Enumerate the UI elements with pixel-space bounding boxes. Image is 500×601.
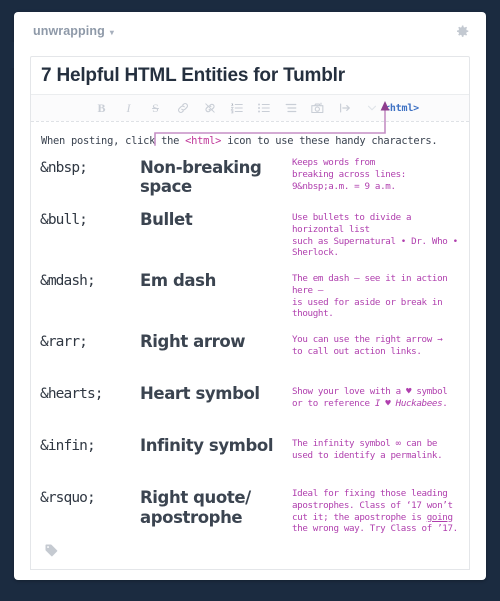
list-item: &mdash; Em dash The em dash — see it in … [31,267,469,320]
entity-name: Right quote/ apostrophe [140,488,251,527]
more-options-icon[interactable] [358,96,385,120]
link-icon[interactable] [169,96,196,120]
entity-name: Em dash [140,271,216,291]
list-item: &rarr; Right arrow You can use the right… [31,328,469,372]
entity-description-line-2-italic: I ♥ Huckabees [374,397,443,409]
tumblr-post-editor-screenshot: unwrapping ▾ 7 Helpful HTML Entities for… [0,0,500,601]
entity-name: Heart symbol [140,384,260,404]
post-footer [30,536,470,570]
entity-description-line-4: the wrong way. Try Class of ’17. [292,523,458,535]
editor-toolbar: B I S <html> [31,95,469,121]
bold-icon[interactable]: B [88,96,115,120]
entity-code: &nbsp; [40,160,88,176]
intro-html-token: <html> [185,135,222,147]
entity-description: Use bullets to divide a horizontal list … [292,212,458,259]
intro-sentence: When posting, click the <html> icon to u… [31,122,469,147]
unordered-list-icon[interactable] [250,96,277,120]
entity-description-line-1: Ideal for fixing those leading [292,488,448,500]
entity-code: &bull; [40,212,88,228]
post-title-row[interactable]: 7 Helpful HTML Entities for Tumblr [31,57,469,95]
entity-description-line-3-underline: going [426,511,453,523]
entity-description-line-1: Show your love with a ♥ symbol [292,386,448,398]
ordered-list-icon[interactable] [223,96,250,120]
strikethrough-icon[interactable]: S [142,96,169,120]
entity-code: &infin; [40,438,96,455]
chevron-down-icon: ▾ [109,27,114,37]
unlink-icon[interactable] [196,96,223,120]
post-card: unwrapping ▾ 7 Helpful HTML Entities for… [14,12,486,580]
entity-description: The em dash — see it in action here — is… [292,273,448,320]
tag-icon[interactable] [44,543,59,563]
entity-name: Non-breaking space [140,158,262,197]
entity-name: Infinity symbol [140,436,274,456]
entity-description-line-3a: cut it; the apostrophe is [292,511,427,523]
entity-description-line-2-tail: . [442,397,448,409]
entity-code: &rsquo; [40,490,96,507]
gear-icon[interactable] [453,23,470,40]
post-editor: 7 Helpful HTML Entities for Tumblr B I S [30,56,470,560]
entity-code: &rarr; [40,334,88,351]
entity-description: Keeps words from breaking across lines: … [292,157,406,192]
blog-name-label: unwrapping [33,24,105,38]
entity-code: &mdash; [40,273,96,290]
post-notch-arrow [0,42,14,68]
entity-description-line-2-plain: or to reference [292,397,375,409]
entity-name: Bullet [140,210,193,229]
list-item: &infin; Infinity symbol The infinity sym… [31,432,469,476]
entity-name: Right arrow [140,332,246,352]
entity-description: The infinity symbol ∞ can be used to ide… [292,438,443,461]
italic-icon[interactable]: I [115,96,142,120]
list-item: &rsquo; Right quote/ apostrophe Ideal fo… [31,484,469,535]
post-title[interactable]: 7 Helpful HTML Entities for Tumblr [41,65,345,87]
read-more-icon[interactable] [331,96,358,120]
blog-selector[interactable]: unwrapping ▾ [33,24,114,38]
list-item: &hearts; Heart symbol Show your love wit… [31,380,469,424]
entity-description: You can use the right arrow → to call ou… [292,334,443,357]
post-card-header: unwrapping ▾ [14,12,486,50]
entity-code: &hearts; [40,386,104,403]
entity-list: &nbsp; Non-breaking space Keeps words fr… [31,147,469,535]
list-item: &nbsp; Non-breaking space Keeps words fr… [31,154,469,198]
entity-description-line-2: apostrophes. Class of ‘17 won’t [292,499,453,511]
entity-description: Ideal for fixing those leading apostrophe… [292,484,461,535]
entity-description: Show your love with a ♥ symbol or to refe… [292,380,461,410]
html-toggle-button[interactable]: <html> [384,96,419,120]
list-item: &bull; Bullet Use bullets to divide a ho… [31,206,469,259]
camera-icon[interactable] [304,96,331,120]
intro-text-before: When posting, click the [41,135,186,147]
blockquote-icon[interactable] [277,96,304,120]
post-body: When posting, click the <html> icon to u… [31,101,469,535]
intro-text-after: icon to use these handy characters. [221,135,438,147]
